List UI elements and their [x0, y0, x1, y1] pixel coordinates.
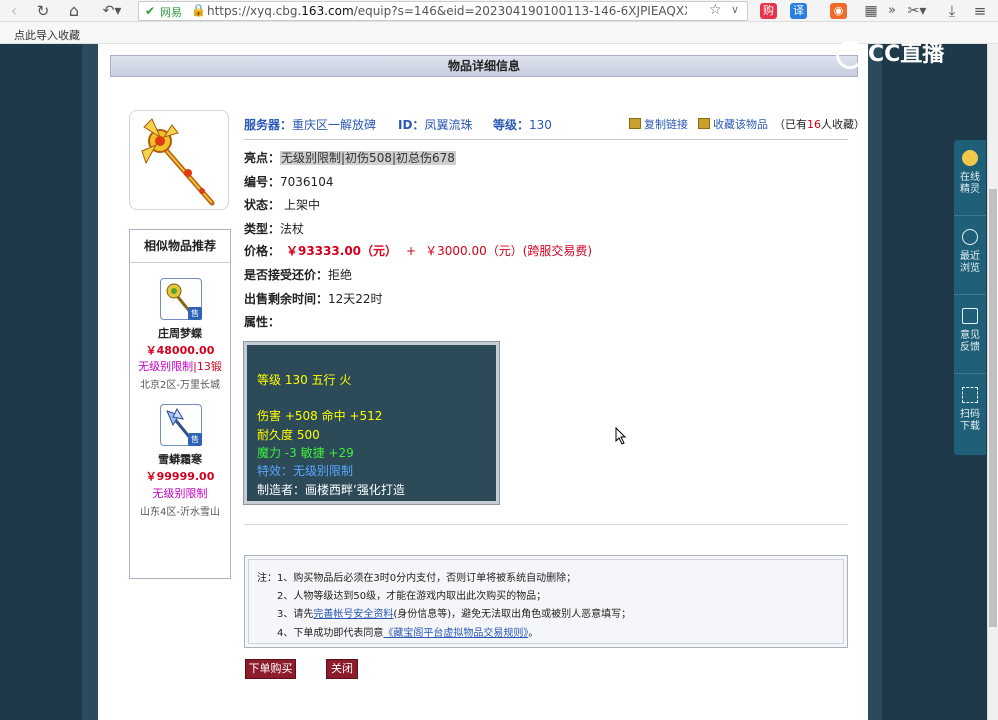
status-row: 状态： 上架中: [244, 198, 321, 212]
counter-offer-row: 是否接受还价：拒绝: [244, 268, 353, 282]
attr-durability: 耐久度 500: [257, 428, 320, 442]
sidebar-item-online-spirit[interactable]: 在线 精灵: [954, 140, 986, 216]
similar-item-server: 北京2区-万里长城: [140, 380, 220, 391]
sale-badge: 售: [188, 307, 202, 320]
note-1: 注：1、购买物品后必须在3时0分内支付，否则订单将被系统自动删除；: [257, 573, 577, 584]
grid-icon[interactable]: ▦: [862, 1, 880, 21]
similar-item-tag: 无级别限制: [152, 487, 208, 500]
similar-items-panel: 相似物品推荐 售 庄周梦蝶 ￥48000.00 无级别限制|13锻 北京2区-万…: [129, 229, 231, 579]
translate-ext-icon[interactable]: 译: [790, 3, 807, 19]
similar-item-tag: 无级别限制|13锻: [138, 360, 222, 373]
buy-button[interactable]: 下单购买: [245, 659, 296, 679]
page-title: 物品详细信息: [110, 55, 858, 77]
favorite-count: （已有16人收藏）: [774, 118, 865, 131]
reload-icon[interactable]: ↻: [34, 1, 52, 21]
similar-item-name[interactable]: 雪蟒霜寒: [130, 451, 230, 467]
level-info: 等级：130: [493, 118, 552, 132]
price-row: 价格： ￥93333.00（元） + ￥3000.00（元）(跨服交易费): [244, 244, 593, 258]
item-image: [129, 110, 229, 210]
note-2: 2、人物等级达到50级，才能在游戏内取出此次购买的物品；: [277, 591, 547, 602]
address-bar[interactable]: ✔ 网易 🔒 https://xyq.cbg.163.com/equip?s=1…: [138, 1, 748, 21]
url-brand: 网易: [160, 6, 182, 19]
attr-maker: 制造者：画楼西畔’强化打造: [257, 483, 405, 497]
similar-item-price: ￥48000.00: [145, 344, 215, 357]
cc-live-logo: CC直播: [836, 40, 971, 72]
number-row: 编号：7036104: [244, 175, 334, 189]
browser-toolbar: ‹ ↻ ⌂ ↶▾ ✔ 网易 🔒 https://xyq.cbg.163.com/…: [0, 0, 998, 22]
shield-icon: ✔: [145, 4, 156, 18]
attr-special: 特效：无级别限制: [257, 464, 354, 478]
chevron-down-icon[interactable]: ∨: [731, 3, 739, 16]
close-button[interactable]: 关闭: [326, 659, 358, 679]
purchase-notes: 注：1、购买物品后必须在3时0分内支付，否则订单将被系统自动删除； 2、人物等级…: [244, 555, 848, 648]
undo-icon[interactable]: ↶▾: [98, 1, 126, 21]
similar-items-title: 相似物品推荐: [130, 230, 230, 263]
download-icon[interactable]: ⤓: [944, 1, 960, 21]
id-info: ID：凤翼流珠: [398, 118, 473, 132]
shopping-ext-icon[interactable]: 购: [760, 3, 777, 19]
trade-rules-link[interactable]: 《藏宝阁平台虚拟物品交易规则》: [383, 628, 528, 639]
sidebar-item-recent[interactable]: 最近 浏览: [954, 219, 986, 295]
sidebar-item-scan-download[interactable]: 扫码 下载: [954, 377, 986, 453]
similar-item-server: 山东4区-沂水雪山: [140, 507, 220, 518]
import-bookmarks-link[interactable]: 点此导入收藏: [14, 27, 80, 43]
note-3: 3、请先完善帐号安全资料(身份信息等)，避免无法取出角色或被别人恶意填写；: [277, 609, 632, 620]
right-sidebar: 在线 精灵 最近 浏览 意见 反馈 扫码 下载: [954, 140, 986, 455]
attr-magic: 魔力 -3 敏捷 +29: [257, 446, 354, 460]
attr-damage: 伤害 +508 命中 +512: [257, 409, 383, 423]
more-icon[interactable]: »: [884, 1, 900, 21]
highlight-row: 亮点：无级别限制|初伤508|初总伤678: [244, 151, 456, 165]
account-security-link[interactable]: 完善帐号安全资料: [313, 609, 393, 620]
copy-link-button[interactable]: 复制链接: [629, 116, 688, 132]
mouse-cursor-icon: [615, 427, 627, 445]
game-ext-icon[interactable]: ◉: [830, 3, 847, 19]
home-icon[interactable]: ⌂: [64, 1, 84, 21]
bookmark-star-icon[interactable]: ☆: [709, 2, 722, 18]
scissors-icon[interactable]: ✂▾: [904, 1, 930, 21]
similar-item-icon[interactable]: 售: [160, 404, 202, 446]
similar-item-icon[interactable]: 售: [160, 278, 202, 320]
folder-icon: [698, 118, 710, 129]
back-icon[interactable]: ‹: [6, 1, 22, 21]
attributes-row: 属性：: [244, 315, 281, 329]
scrollbar[interactable]: [987, 44, 998, 720]
similar-item-name[interactable]: 庄周梦蝶: [130, 325, 230, 341]
sale-badge: 售: [188, 433, 202, 446]
attribute-box: 等级 130 五行 火 伤害 +508 命中 +512 耐久度 500 魔力 -…: [243, 341, 500, 505]
scan-icon: [962, 387, 978, 403]
divider: [244, 139, 848, 140]
attr-level: 等级 130 五行 火: [257, 373, 352, 387]
type-row: 类型：法杖: [244, 222, 305, 236]
lock-icon: 🔒: [191, 3, 206, 17]
similar-item-price: ￥99999.00: [145, 470, 215, 483]
clock-icon: [962, 229, 978, 245]
favorite-button[interactable]: 收藏该物品: [698, 116, 768, 132]
edit-icon: [962, 308, 978, 324]
remaining-time-row: 出售剩余时间：12天22时: [244, 292, 383, 306]
divider: [244, 524, 848, 525]
cc-logo-icon: [836, 41, 864, 69]
spirit-avatar-icon: [962, 150, 978, 166]
note-4: 4、下单成功即代表同意《藏宝阁平台虚拟物品交易规则》。: [277, 628, 539, 639]
menu-icon[interactable]: ≡: [972, 1, 988, 21]
staff-icon: [141, 118, 215, 206]
server-info: 服务器：重庆区一解放碑: [244, 118, 377, 132]
copy-icon: [629, 118, 641, 129]
url-text: https://xyq.cbg.163.com/equip?s=146&eid=…: [207, 4, 687, 18]
scrollbar-thumb[interactable]: [989, 189, 997, 627]
sidebar-item-feedback[interactable]: 意见 反馈: [954, 298, 986, 374]
